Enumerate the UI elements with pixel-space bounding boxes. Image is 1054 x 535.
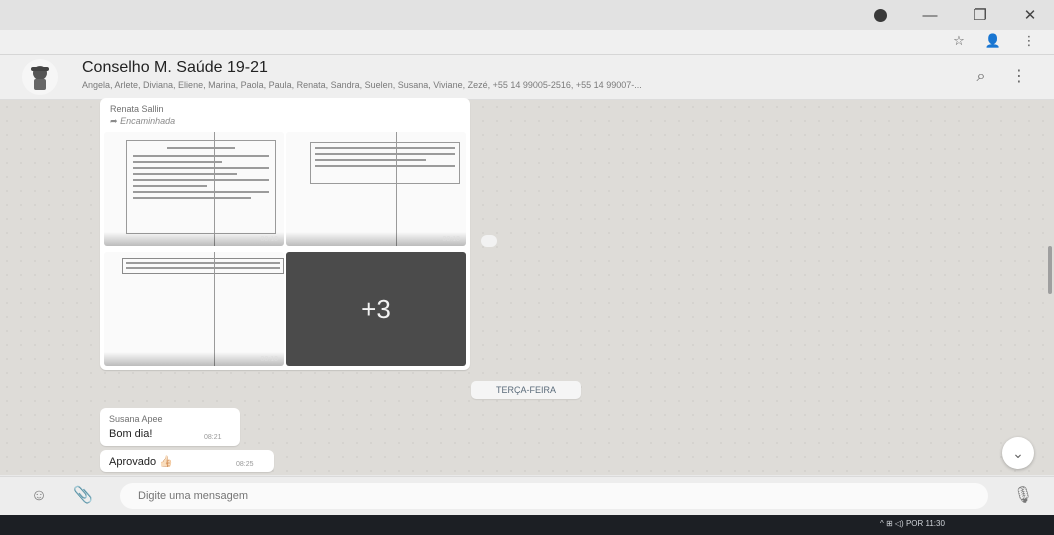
chevron-down-icon: ⌄ (1012, 444, 1024, 461)
image-shade (104, 232, 284, 246)
scrollbar[interactable] (1048, 246, 1052, 294)
chat-header[interactable]: Conselho M. Saúde 19-21 Angela, Arlete, … (0, 55, 1054, 100)
attach-icon[interactable]: 📎 (72, 485, 94, 507)
reaction-button[interactable] (481, 235, 497, 247)
image-time: 08:18 (442, 236, 460, 243)
browser-menu-icon[interactable]: ⋮ (1018, 33, 1040, 51)
image-time: 08:18 (260, 356, 278, 363)
message-time: 08:25 (236, 461, 254, 468)
image-fold-line (214, 132, 215, 246)
scroll-down-button[interactable]: ⌄ (1002, 437, 1034, 469)
more-images-count: +3 (361, 293, 391, 324)
message-text: Bom dia! (109, 428, 153, 440)
image-shade (104, 352, 284, 366)
search-icon[interactable]: ⌕ (968, 64, 994, 90)
chat-members: Angela, Arlete, Diviana, Eliene, Marina,… (82, 80, 642, 90)
chat-title: Conselho M. Saúde 19-21 (82, 59, 268, 76)
message-sender-name: Susana Apee (109, 414, 163, 424)
message-text: Aprovado 👍🏻 (109, 456, 173, 468)
image-fold-line (396, 132, 397, 246)
group-avatar-image (31, 66, 49, 90)
minimize-button[interactable]: — (910, 4, 950, 26)
message-time: 08:21 (204, 434, 222, 441)
profile-icon[interactable]: 👤 (982, 33, 1004, 51)
forwarded-text: Encaminhada (120, 116, 176, 126)
message-input[interactable] (120, 483, 988, 509)
image-shade (286, 232, 466, 246)
chat-menu-icon[interactable]: ⋮ (1006, 64, 1032, 90)
album-image-2[interactable]: 08:18 (286, 132, 466, 246)
group-avatar[interactable] (22, 59, 58, 95)
date-divider: TERÇA-FEIRA (471, 381, 581, 399)
record-indicator-icon[interactable] (874, 9, 887, 22)
forward-icon: ➦ (110, 116, 118, 126)
maximize-button[interactable]: ❐ (960, 4, 1000, 26)
image-fold-line (214, 252, 215, 366)
browser-titlebar: — ❐ ✕ (0, 0, 1054, 30)
album-image-1[interactable]: 08:18 (104, 132, 284, 246)
forwarded-label: ➦ Encaminhada (110, 116, 175, 127)
album-image-3[interactable]: 08:18 (104, 252, 284, 366)
os-taskbar: ^ ⊞ ◁) POR 11:30 (0, 515, 1054, 535)
close-button[interactable]: ✕ (1010, 4, 1050, 26)
emoji-icon[interactable]: ☺ (28, 485, 50, 507)
microphone-icon[interactable]: 🎙 (1012, 485, 1034, 507)
image-time: 08:18 (260, 236, 278, 243)
message-bubble[interactable]: Susana Apee Bom dia! 08:21 (100, 408, 240, 446)
message-composer: ☺ 📎 🎙 (0, 476, 1054, 515)
message-bubble[interactable]: Aprovado 👍🏻 08:25 (100, 450, 274, 472)
image-album-message[interactable]: Renata Sallin ➦ Encaminhada 08:18 08:18 … (100, 98, 470, 370)
album-sender-name: Renata Sallin (110, 104, 164, 114)
star-icon[interactable]: ☆ (948, 33, 970, 51)
browser-toolbar: ☆ 👤 ⋮ (0, 30, 1054, 55)
album-more-images[interactable]: +3 (286, 252, 466, 366)
system-tray[interactable]: ^ ⊞ ◁) POR 11:30 (880, 519, 945, 528)
